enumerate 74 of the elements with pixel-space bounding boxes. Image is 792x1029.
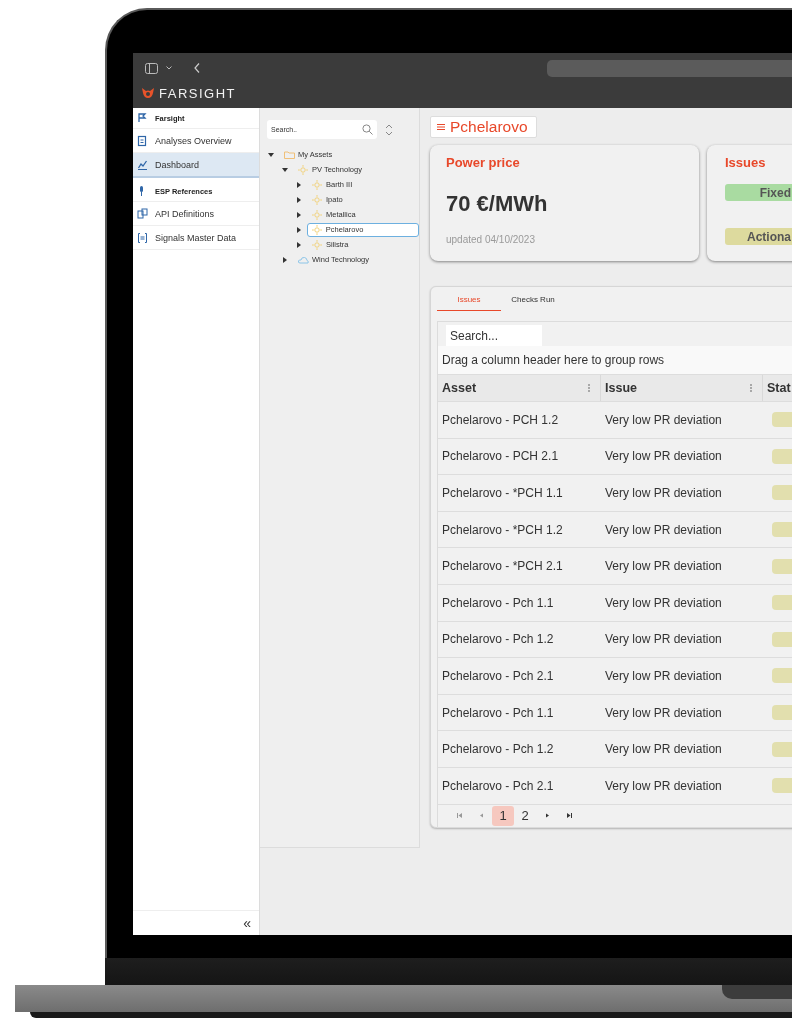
document-icon [137, 207, 148, 220]
table-cell-text: Very low PR deviation [604, 667, 723, 685]
expanded-caret-icon[interactable] [282, 166, 288, 173]
table-cell-text: Very low PR deviation [604, 558, 723, 576]
table-cell-text: Very low PR deviation [604, 777, 723, 795]
table-cell-text: Pchelarovo - Pch 1.2 [441, 631, 555, 649]
sidebar-item[interactable]: API Definitions [133, 202, 259, 226]
sidebar-toggle-icon[interactable] [145, 62, 158, 74]
laptop-notch [722, 985, 792, 999]
collapsed-caret-icon[interactable] [282, 256, 288, 263]
table-cell-text: Pchelarovo - Pch 1.1 [441, 594, 555, 612]
table-cell-text: Very low PR deviation [604, 521, 723, 539]
table-cell-text: Pchelarovo - PCH 1.2 [441, 411, 560, 429]
sun-icon [298, 164, 309, 175]
app-logo: FARSIGHT [159, 85, 236, 101]
column-header[interactable]: Stat [763, 375, 792, 401]
brackets-icon [137, 231, 148, 244]
back-icon[interactable] [194, 63, 200, 73]
metric-value: 70 €/MWh [446, 191, 549, 217]
sun-icon [312, 209, 323, 220]
table-cell-text: Pchelarovo - Pch 2.1 [441, 667, 555, 685]
table-cell-text: Very low PR deviation [604, 631, 723, 649]
page-button[interactable]: 2 [514, 805, 536, 826]
search-icon [362, 124, 373, 135]
collapse-sidebar-button[interactable]: « [243, 916, 251, 930]
table-cell-text: Pchelarovo - *PCH 1.2 [441, 521, 564, 539]
table-cell-text: Very low PR deviation [604, 448, 723, 466]
collapsed-caret-icon[interactable] [296, 211, 302, 218]
cloud-icon [298, 254, 309, 265]
status-badge: Fixed [725, 184, 792, 201]
sun-icon [311, 224, 323, 235]
table-cell-text: Very low PR deviation [604, 704, 723, 722]
last-page-icon[interactable] [566, 813, 572, 819]
table-cell-text: Pchelarovo - *PCH 2.1 [441, 558, 564, 576]
sun-icon [312, 239, 323, 250]
tab[interactable]: Checks Run [501, 295, 565, 311]
collapsed-caret-icon[interactable] [296, 181, 302, 188]
collapsed-caret-icon[interactable] [295, 226, 302, 233]
card-title: Power price [446, 155, 521, 170]
expanded-caret-icon[interactable] [268, 151, 274, 158]
table-cell-text: Pchelarovo - PCH 2.1 [441, 448, 560, 466]
tab[interactable]: Issues [437, 295, 501, 311]
card-title: Issues [725, 155, 767, 170]
sidebar-item[interactable]: Dashboard [133, 153, 259, 178]
clipboard-icon [137, 134, 148, 147]
sidebar-item[interactable]: Signals Master Data [133, 226, 259, 250]
table-cell-text: Pchelarovo - Pch 1.1 [441, 704, 555, 722]
next-page-icon[interactable] [544, 813, 550, 819]
table-cell-text: Pchelarovo - *PCH 1.1 [441, 485, 564, 502]
collapsed-caret-icon[interactable] [296, 196, 302, 203]
column-header[interactable]: Issue [601, 375, 763, 401]
group-hint: Drag a column header here to group rows [442, 353, 665, 367]
chevron-down-icon[interactable] [166, 66, 172, 70]
table-cell-text: Very low PR deviation [604, 741, 723, 759]
flag-icon [137, 112, 148, 124]
table-cell-text: Very low PR deviation [604, 411, 723, 429]
updated-note: updated 04/10/2023 [446, 234, 536, 245]
table-cell-text: Very low PR deviation [604, 485, 723, 502]
table-cell-text: Very low PR deviation [604, 594, 723, 612]
collapse-all-icon[interactable] [385, 123, 393, 136]
asset-title: Pchelarovo [450, 118, 528, 136]
chart-icon [137, 158, 148, 171]
table-cell-text: Pchelarovo - Pch 2.1 [441, 777, 555, 795]
collapsed-caret-icon[interactable] [296, 241, 302, 248]
search-field[interactable]: Search... [446, 325, 542, 346]
column-header[interactable]: Asset [438, 375, 601, 401]
list-icon [437, 124, 445, 130]
table-cell-text: Pchelarovo - Pch 1.2 [441, 741, 555, 759]
folder-icon [284, 149, 295, 160]
sun-icon [312, 179, 323, 190]
sun-icon [312, 194, 323, 205]
owl-logo-icon [141, 87, 155, 99]
status-badge: Actiona [725, 228, 792, 245]
page-button[interactable]: 1 [492, 805, 514, 826]
